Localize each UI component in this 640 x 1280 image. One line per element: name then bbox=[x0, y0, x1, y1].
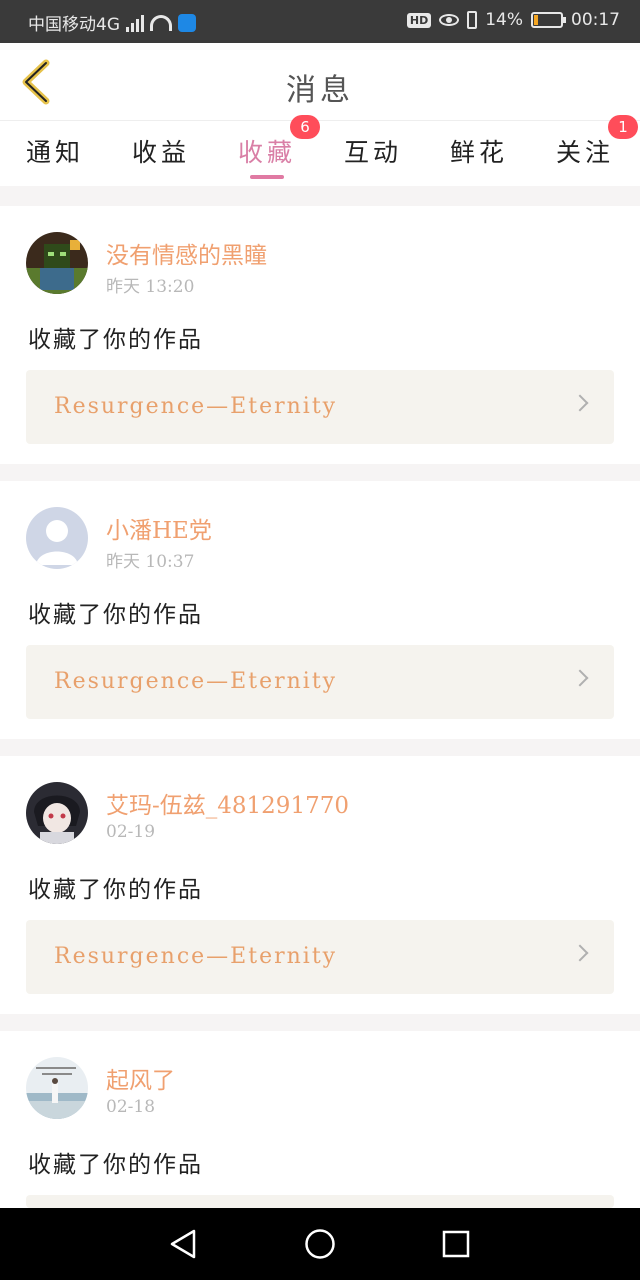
action-text: 收藏了你的作品 bbox=[28, 877, 203, 903]
message-time: 昨天 13:20 bbox=[106, 277, 195, 297]
triangle-back-icon bbox=[170, 1229, 196, 1259]
clock: 00:17 bbox=[571, 10, 620, 30]
eye-comfort-icon bbox=[439, 14, 460, 26]
avatar-image bbox=[26, 782, 88, 844]
message-card: 艾玛-伍兹_481291770 02-19 收藏了你的作品 Resurgence… bbox=[0, 756, 640, 1014]
tab-interactions[interactable]: 互动 bbox=[328, 133, 418, 169]
avatar-image bbox=[26, 232, 88, 294]
status-right: HD 14% 00:17 bbox=[406, 10, 620, 30]
divider bbox=[0, 739, 640, 756]
user-name[interactable]: 艾玛-伍兹_481291770 bbox=[106, 786, 349, 820]
signal-icon bbox=[126, 14, 144, 32]
nav-home-button[interactable] bbox=[304, 1228, 336, 1264]
divider bbox=[0, 186, 640, 206]
vibrate-icon bbox=[467, 11, 478, 29]
user-name[interactable]: 小潘HE党 bbox=[106, 511, 212, 545]
status-bar: 中国移动4G HD 14% 00:17 bbox=[0, 0, 640, 43]
tab-earnings[interactable]: 收益 bbox=[116, 133, 206, 169]
chevron-right-icon bbox=[571, 669, 589, 687]
avatar[interactable] bbox=[26, 507, 88, 569]
chevron-right-icon bbox=[571, 394, 589, 412]
message-card: 小潘HE党 昨天 10:37 收藏了你的作品 Resurgence—Eterni… bbox=[0, 481, 640, 739]
nav-back-button[interactable] bbox=[168, 1228, 198, 1264]
hd-icon: HD bbox=[406, 12, 432, 28]
tab-flowers[interactable]: 鲜花 bbox=[434, 133, 524, 169]
system-nav-bar bbox=[0, 1208, 640, 1280]
battery-level bbox=[534, 15, 538, 25]
battery-percent: 14% bbox=[485, 10, 523, 30]
avatar[interactable] bbox=[26, 232, 88, 294]
avatar[interactable] bbox=[26, 782, 88, 844]
page-title: 消息 bbox=[286, 73, 354, 108]
work-link[interactable] bbox=[26, 1195, 614, 1208]
tab-notifications[interactable]: 通知 bbox=[10, 133, 100, 169]
message-time: 昨天 10:37 bbox=[106, 552, 195, 572]
status-left: 中国移动4G bbox=[28, 10, 196, 35]
circle-home-icon bbox=[305, 1229, 335, 1259]
message-time: 02-19 bbox=[106, 822, 156, 842]
message-card: 没有情感的黑瞳 昨天 13:20 收藏了你的作品 Resurgence—Eter… bbox=[0, 206, 640, 464]
message-time: 02-18 bbox=[106, 1097, 156, 1117]
work-title: Resurgence—Eternity bbox=[54, 669, 338, 694]
action-text: 收藏了你的作品 bbox=[28, 602, 203, 628]
divider bbox=[0, 464, 640, 481]
favorites-badge: 6 bbox=[290, 115, 320, 139]
work-title: Resurgence—Eternity bbox=[54, 944, 338, 969]
chevron-right-icon bbox=[571, 944, 589, 962]
active-tab-indicator bbox=[250, 175, 284, 179]
follows-badge: 1 bbox=[608, 115, 638, 139]
avatar-image bbox=[26, 1057, 88, 1119]
wifi-icon bbox=[150, 14, 172, 31]
carrier-label: 中国移动4G bbox=[28, 15, 120, 35]
action-text: 收藏了你的作品 bbox=[28, 1152, 203, 1178]
tab-bar: 通知 收益 收藏 6 互动 鲜花 关注 1 bbox=[0, 115, 640, 186]
divider bbox=[0, 1014, 640, 1031]
message-card: 起风了 02-18 收藏了你的作品 bbox=[0, 1031, 640, 1208]
user-name[interactable]: 没有情感的黑瞳 bbox=[106, 236, 267, 270]
work-link[interactable]: Resurgence—Eternity bbox=[26, 370, 614, 444]
battery-icon bbox=[531, 12, 566, 28]
default-avatar-icon bbox=[26, 507, 88, 569]
work-link[interactable]: Resurgence—Eternity bbox=[26, 645, 614, 719]
shield-icon bbox=[178, 13, 196, 32]
square-recents-icon bbox=[442, 1230, 470, 1258]
avatar[interactable] bbox=[26, 1057, 88, 1119]
work-link[interactable]: Resurgence—Eternity bbox=[26, 920, 614, 994]
work-title: Resurgence—Eternity bbox=[54, 394, 338, 419]
nav-recents-button[interactable] bbox=[442, 1228, 470, 1264]
action-text: 收藏了你的作品 bbox=[28, 327, 203, 353]
user-name[interactable]: 起风了 bbox=[106, 1061, 175, 1095]
header: 消息 bbox=[0, 43, 640, 120]
